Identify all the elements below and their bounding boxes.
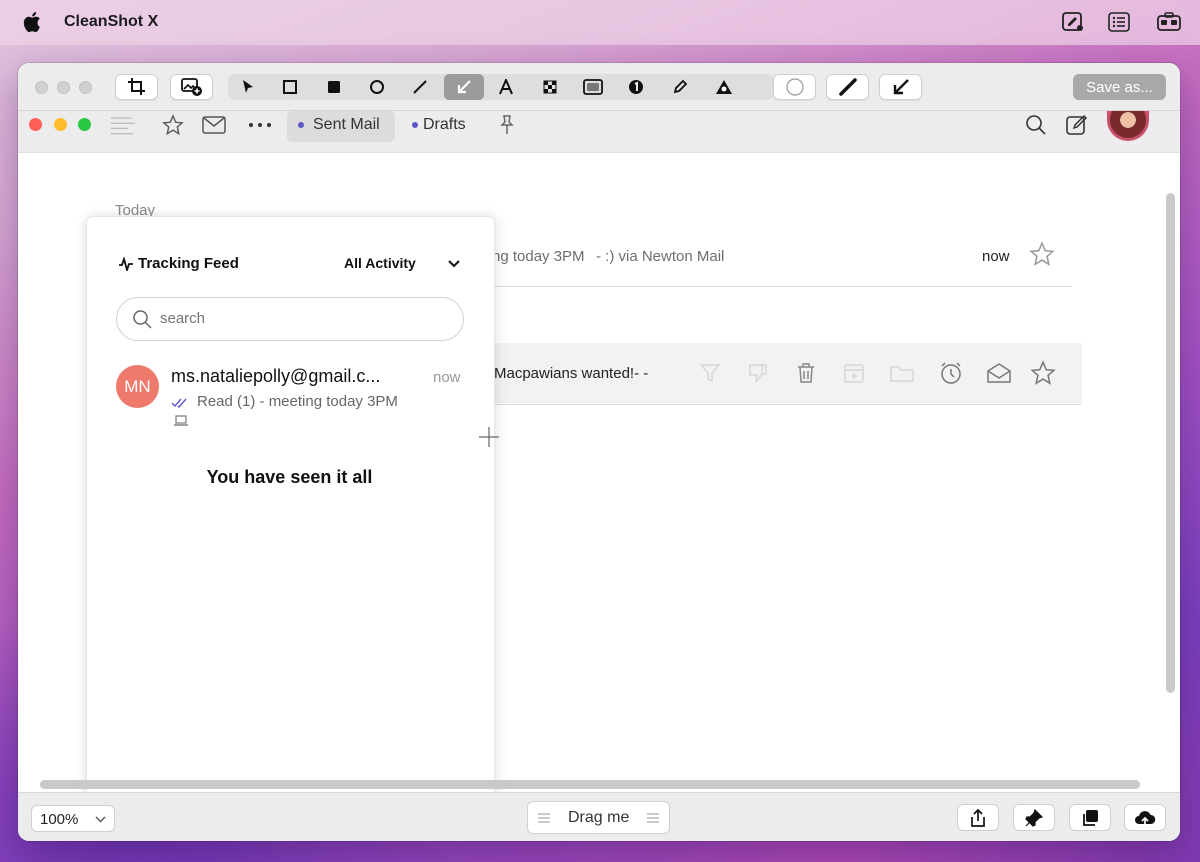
star-icon[interactable] — [1029, 241, 1055, 266]
end-of-feed-message: You have seen it all — [206, 467, 373, 487]
tab-dot — [412, 122, 418, 128]
contact-avatar: MN — [116, 365, 159, 408]
tracking-entry-time: now — [433, 369, 461, 386]
arrow-style-icon[interactable] — [879, 74, 922, 100]
annotate-icon[interactable] — [1061, 11, 1085, 33]
compose-icon[interactable] — [1064, 113, 1090, 137]
tab-sent-mail-label: Sent Mail — [313, 116, 380, 133]
ellipse-icon[interactable] — [357, 74, 397, 100]
archive-icon[interactable] — [841, 360, 867, 386]
email-row-time: now — [982, 248, 1010, 265]
mail-minimize-button[interactable] — [54, 118, 67, 131]
mail-toolbar: Sent Mail Drafts — [18, 111, 1180, 153]
folder-icon[interactable] — [889, 360, 915, 386]
search-input[interactable] — [160, 310, 440, 327]
thumbs-down-icon[interactable] — [745, 360, 771, 386]
window-minimize-button[interactable] — [57, 81, 70, 94]
email-row-subject[interactable]: Macpawians wanted!- - — [494, 365, 648, 382]
pixelate-icon[interactable] — [530, 74, 570, 100]
more-icon[interactable] — [247, 113, 273, 137]
annotation-window: Save as... Sent Mail Drafts Today ng tod… — [18, 63, 1180, 841]
search-icon[interactable] — [1023, 113, 1049, 137]
zoom-select[interactable]: 100% — [31, 805, 115, 832]
pencil-icon[interactable] — [660, 74, 700, 100]
select-arrow-icon[interactable] — [228, 74, 268, 100]
star-icon[interactable] — [160, 113, 186, 137]
tab-drafts[interactable]: Drafts — [423, 116, 466, 134]
copy-icon[interactable] — [1069, 804, 1111, 831]
pin-icon[interactable] — [494, 113, 520, 137]
activity-filter-dropdown[interactable]: All Activity — [344, 255, 416, 271]
window-zoom-button[interactable] — [79, 81, 92, 94]
drag-me-label: Drag me — [568, 809, 630, 826]
row-divider — [492, 286, 1072, 287]
laptop-icon — [174, 415, 188, 426]
mail-zoom-button[interactable] — [78, 118, 91, 131]
email-row-preview[interactable]: - :) via Newton Mail — [596, 248, 724, 265]
tracking-entry-email[interactable]: ms.nataliepolly@gmail.c... — [171, 366, 380, 387]
drag-me-handle[interactable]: Drag me — [527, 801, 670, 834]
add-background-icon[interactable] — [170, 74, 213, 100]
window-close-button[interactable] — [35, 81, 48, 94]
cloud-upload-icon[interactable] — [1124, 804, 1166, 831]
arrow-icon[interactable] — [444, 74, 484, 100]
chevron-down-icon — [95, 816, 106, 823]
menu-bar: CleanShot X — [0, 0, 1200, 45]
captured-screenshot: Sent Mail Drafts Today ng today 3PM - :)… — [18, 111, 1180, 792]
trash-icon[interactable] — [793, 360, 819, 386]
pulse-icon — [119, 257, 133, 271]
double-check-icon — [171, 398, 187, 409]
apple-logo-icon[interactable] — [23, 11, 41, 33]
line-icon[interactable] — [400, 74, 440, 100]
share-icon[interactable] — [957, 804, 999, 831]
tab-sent-mail[interactable]: Sent Mail — [287, 111, 395, 142]
grip-icon — [538, 813, 550, 823]
tracking-entry-status: Read (1) - meeting today 3PM — [197, 393, 398, 410]
color-icon[interactable] — [773, 74, 816, 100]
email-row-snippet[interactable]: ng today 3PM — [492, 248, 585, 265]
drawing-tools-group — [228, 74, 773, 100]
open-envelope-icon[interactable] — [986, 360, 1012, 386]
chevron-down-icon[interactable] — [447, 258, 461, 270]
vertical-scrollbar[interactable] — [1166, 193, 1175, 693]
search-icon — [133, 310, 152, 329]
filter-icon[interactable] — [697, 360, 723, 386]
app-name[interactable]: CleanShot X — [64, 13, 158, 31]
annotation-toolbar: Save as... — [18, 63, 1180, 111]
horizontal-scrollbar[interactable] — [40, 780, 1140, 789]
star-icon[interactable] — [1030, 360, 1056, 386]
alarm-icon[interactable] — [938, 360, 964, 386]
envelope-icon[interactable] — [201, 113, 227, 137]
rectangle-icon[interactable] — [270, 74, 310, 100]
stroke-width-icon[interactable] — [826, 74, 869, 100]
menu-lines-icon[interactable] — [110, 113, 136, 137]
text-icon[interactable] — [486, 74, 526, 100]
mail-close-button[interactable] — [29, 118, 42, 131]
row-divider — [492, 404, 1082, 405]
search-field[interactable] — [116, 297, 464, 341]
highlight-box-icon[interactable] — [573, 74, 613, 100]
pin-icon[interactable] — [1013, 804, 1055, 831]
filled-rectangle-icon[interactable] — [314, 74, 354, 100]
zoom-value: 100% — [40, 811, 79, 828]
annotation-footer: 100% Drag me — [18, 792, 1180, 841]
tab-dot — [298, 122, 304, 128]
crop-icon[interactable] — [115, 74, 158, 100]
counter-icon[interactable] — [616, 74, 656, 100]
crosshair-cursor-icon — [479, 427, 499, 447]
list-icon[interactable] — [1107, 11, 1131, 33]
panel-title: Tracking Feed — [138, 255, 239, 272]
user-avatar[interactable] — [1107, 111, 1149, 141]
grip-icon — [647, 813, 659, 823]
toolbox-icon[interactable] — [1157, 11, 1181, 33]
save-as-button[interactable]: Save as... — [1073, 74, 1166, 100]
tracking-feed-panel: Tracking Feed All Activity MN ms.natalie… — [87, 217, 494, 792]
blur-icon[interactable] — [704, 74, 744, 100]
